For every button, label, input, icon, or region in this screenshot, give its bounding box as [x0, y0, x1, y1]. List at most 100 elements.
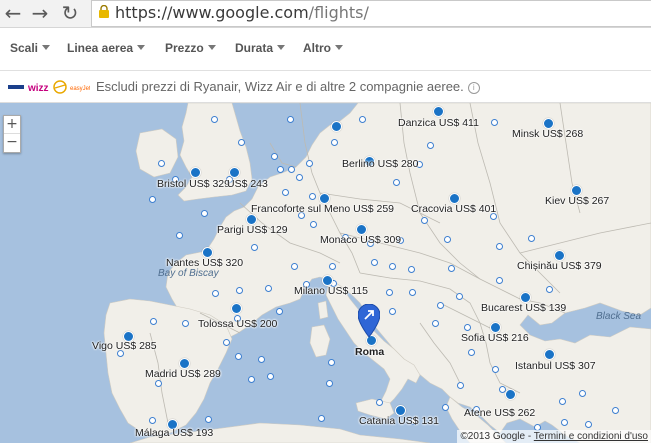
minor-airport-dot[interactable]	[427, 142, 434, 149]
city-label[interactable]: Francoforte sul Meno US$ 259	[251, 203, 394, 215]
minor-airport-dot[interactable]	[371, 259, 378, 266]
city-label[interactable]: Catania US$ 131	[359, 415, 439, 427]
city-label[interactable]: Berlino US$ 280	[342, 158, 418, 170]
city-label[interactable]: Milano US$ 115	[294, 285, 368, 297]
destinations-map[interactable]: Bay of Biscay Black Sea Danzica US$ 411 …	[0, 103, 651, 443]
minor-airport-dot[interactable]	[389, 308, 396, 315]
destination-dot[interactable]	[505, 389, 516, 400]
minor-airport-dot[interactable]	[282, 189, 289, 196]
minor-airport-dot[interactable]	[546, 286, 553, 293]
destination-dot[interactable]	[433, 106, 444, 117]
zoom-out-button[interactable]: −	[4, 133, 20, 151]
minor-airport-dot[interactable]	[448, 265, 455, 272]
minor-airport-dot[interactable]	[265, 285, 272, 292]
minor-airport-dot[interactable]	[205, 416, 212, 423]
minor-airport-dot[interactable]	[158, 160, 165, 167]
minor-airport-dot[interactable]	[318, 415, 325, 422]
back-arrow-icon[interactable]: ←	[2, 2, 24, 24]
minor-airport-dot[interactable]	[432, 320, 439, 327]
minor-airport-dot[interactable]	[149, 196, 156, 203]
origin-pin-icon[interactable]	[358, 304, 380, 338]
minor-airport-dot[interactable]	[291, 263, 298, 270]
minor-airport-dot[interactable]	[296, 174, 303, 181]
city-label[interactable]: Madrid US$ 289	[145, 368, 221, 380]
minor-airport-dot[interactable]	[561, 419, 568, 426]
filter-airline[interactable]: Linea aerea	[67, 41, 146, 55]
minor-airport-dot[interactable]	[329, 263, 336, 270]
city-label[interactable]: Monaco US$ 309	[320, 234, 401, 246]
minor-airport-dot[interactable]	[309, 193, 316, 200]
city-label[interactable]: Bucarest US$ 139	[481, 302, 566, 314]
minor-airport-dot[interactable]	[468, 349, 475, 356]
info-icon[interactable]: i	[467, 82, 480, 94]
destination-dot[interactable]	[331, 121, 342, 132]
city-label[interactable]: Málaga US$ 193	[135, 427, 213, 439]
minor-airport-dot[interactable]	[211, 116, 218, 123]
minor-airport-dot[interactable]	[306, 160, 313, 167]
minor-airport-dot[interactable]	[393, 179, 400, 186]
minor-airport-dot[interactable]	[496, 277, 503, 284]
minor-airport-dot[interactable]	[310, 221, 317, 228]
city-label[interactable]: Parigi US$ 129	[217, 224, 288, 236]
city-label[interactable]: Kiev US$ 267	[545, 195, 609, 207]
minor-airport-dot[interactable]	[444, 236, 451, 243]
exclude-carriers-bar[interactable]: wizz easyJet Escludi prezzi di Ryanair, …	[0, 71, 651, 103]
minor-airport-dot[interactable]	[271, 153, 278, 160]
minor-airport-dot[interactable]	[201, 210, 208, 217]
minor-airport-dot[interactable]	[236, 287, 243, 294]
minor-airport-dot[interactable]	[176, 232, 183, 239]
minor-airport-dot[interactable]	[491, 119, 498, 126]
zoom-in-button[interactable]: +	[4, 116, 20, 133]
minor-airport-dot[interactable]	[437, 302, 444, 309]
city-label[interactable]: Bristol US$ 329	[157, 178, 230, 190]
minor-airport-dot[interactable]	[326, 380, 333, 387]
city-label[interactable]: US$ 243	[227, 178, 268, 190]
minor-airport-dot[interactable]	[389, 263, 396, 270]
minor-airport-dot[interactable]	[386, 289, 393, 296]
minor-airport-dot[interactable]	[267, 373, 274, 380]
minor-airport-dot[interactable]	[579, 390, 586, 397]
address-bar[interactable]: https://www.google.com/flights/	[91, 0, 651, 27]
forward-arrow-icon[interactable]: →	[29, 2, 51, 24]
city-label[interactable]: Tolossa US$ 200	[198, 318, 277, 330]
minor-airport-dot[interactable]	[251, 244, 258, 251]
filter-duration[interactable]: Durata	[235, 41, 286, 55]
minor-airport-dot[interactable]	[150, 318, 157, 325]
minor-airport-dot[interactable]	[182, 320, 189, 327]
minor-airport-dot[interactable]	[585, 421, 592, 428]
minor-airport-dot[interactable]	[376, 399, 383, 406]
minor-airport-dot[interactable]	[612, 407, 619, 414]
city-label[interactable]: Atene US$ 262	[464, 407, 535, 419]
terms-link[interactable]: Termini e condizioni d'uso	[534, 431, 648, 442]
minor-airport-dot[interactable]	[457, 382, 464, 389]
filter-stops[interactable]: Scali	[10, 41, 51, 55]
minor-airport-dot[interactable]	[238, 139, 245, 146]
minor-airport-dot[interactable]	[248, 376, 255, 383]
minor-airport-dot[interactable]	[212, 290, 219, 297]
minor-airport-dot[interactable]	[421, 217, 428, 224]
minor-airport-dot[interactable]	[409, 289, 416, 296]
minor-airport-dot[interactable]	[408, 266, 415, 273]
city-label[interactable]: Sofia US$ 216	[461, 332, 529, 344]
city-label[interactable]: Cracovia US$ 401	[411, 203, 496, 215]
city-label[interactable]: Nantes US$ 320	[166, 257, 243, 269]
minor-airport-dot[interactable]	[528, 235, 535, 242]
minor-airport-dot[interactable]	[456, 293, 463, 300]
minor-airport-dot[interactable]	[287, 116, 294, 123]
minor-airport-dot[interactable]	[288, 166, 295, 173]
destination-dot[interactable]	[190, 167, 201, 178]
city-label[interactable]: Istanbul US$ 307	[515, 360, 596, 372]
city-label[interactable]: Chișinău US$ 379	[517, 260, 602, 272]
minor-airport-dot[interactable]	[277, 166, 284, 173]
destination-dot[interactable]	[544, 349, 555, 360]
minor-airport-dot[interactable]	[149, 417, 156, 424]
minor-airport-dot[interactable]	[331, 139, 338, 146]
filter-more[interactable]: Altro	[303, 41, 343, 55]
minor-airport-dot[interactable]	[155, 380, 162, 387]
minor-airport-dot[interactable]	[223, 339, 230, 346]
city-label[interactable]: Vigo US$ 285	[92, 340, 157, 352]
minor-airport-dot[interactable]	[328, 359, 335, 366]
minor-airport-dot[interactable]	[276, 308, 283, 315]
city-label[interactable]: Minsk US$ 268	[512, 128, 583, 140]
minor-airport-dot[interactable]	[496, 243, 503, 250]
